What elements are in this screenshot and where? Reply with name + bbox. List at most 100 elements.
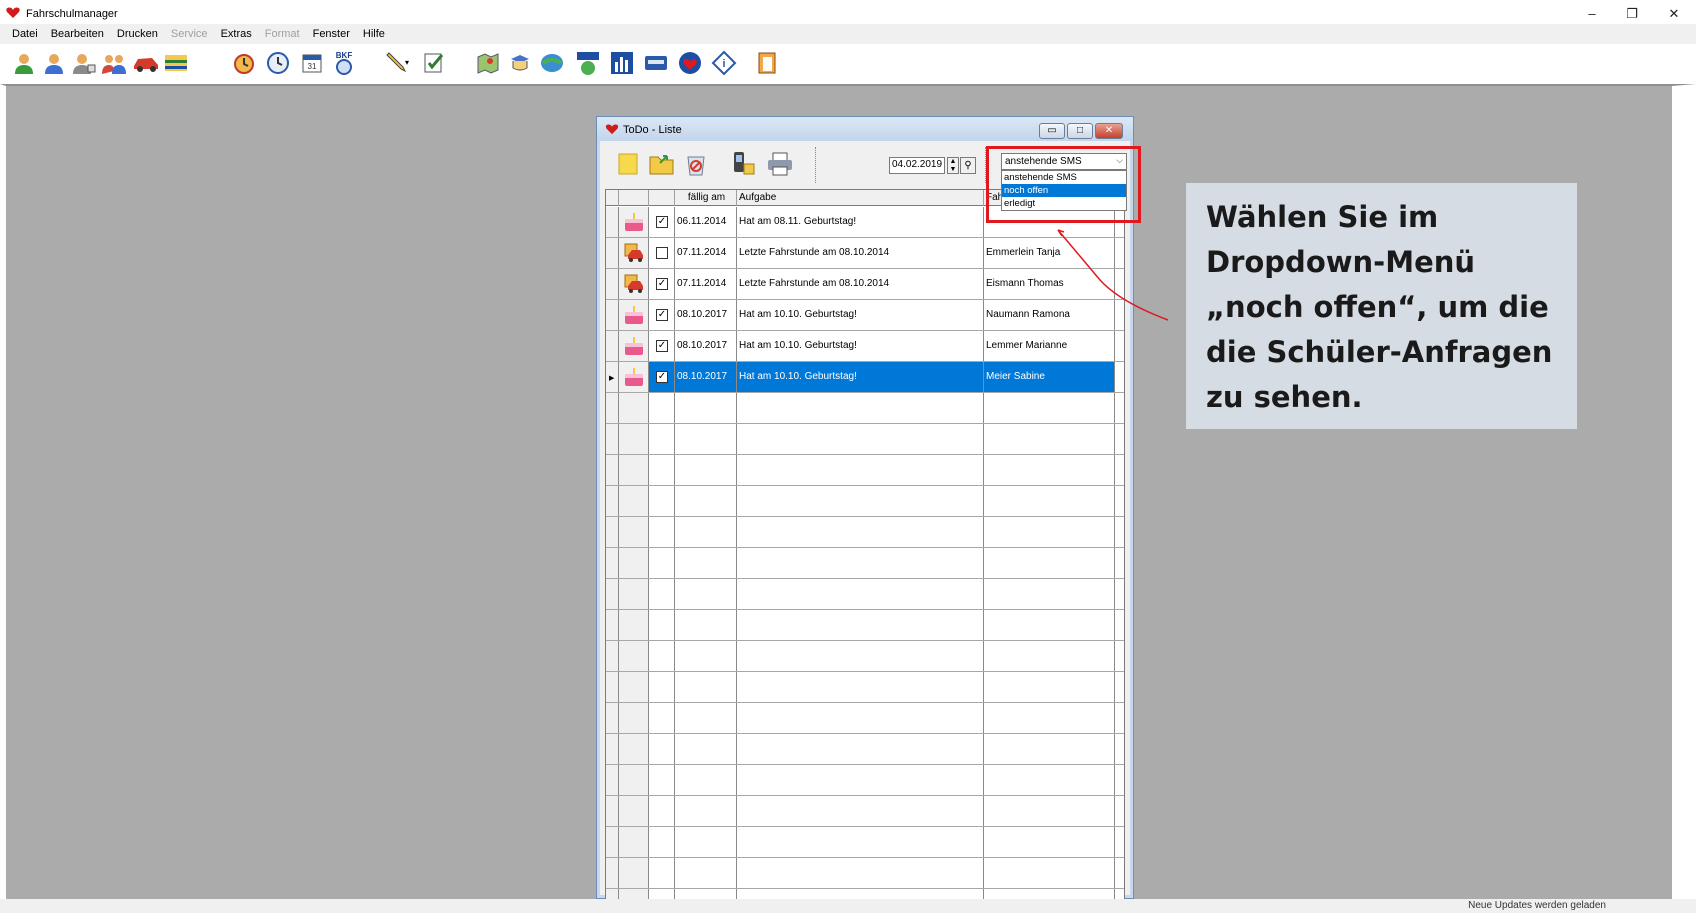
row-task[interactable]: Hat am 10.10. Geburtstag! <box>737 362 984 392</box>
row-type-icon-cell[interactable] <box>619 455 649 485</box>
empty-table-row[interactable] <box>606 393 1124 424</box>
row-type-icon-cell[interactable] <box>619 827 649 857</box>
row-task[interactable] <box>737 455 984 485</box>
row-type-icon-cell[interactable] <box>619 393 649 423</box>
row-done-checkbox-cell[interactable]: ✓ <box>649 331 675 361</box>
info-diamond-icon[interactable]: i <box>710 49 738 77</box>
row-student-name[interactable] <box>984 424 1115 454</box>
student-icon[interactable] <box>10 49 38 77</box>
empty-table-row[interactable] <box>606 672 1124 703</box>
row-due-date[interactable] <box>675 610 737 640</box>
clock-icon[interactable] <box>264 49 292 77</box>
card-icon[interactable] <box>642 49 670 77</box>
row-done-checkbox-cell[interactable] <box>649 858 675 888</box>
done-checkbox[interactable]: ✓ <box>656 340 668 352</box>
row-student-name[interactable] <box>984 548 1115 578</box>
row-due-date[interactable]: 08.10.2017 <box>675 362 737 392</box>
empty-table-row[interactable] <box>606 765 1124 796</box>
row-student-name[interactable] <box>984 672 1115 702</box>
row-student-name[interactable] <box>984 517 1115 547</box>
bkf-icon[interactable]: BKF <box>330 49 358 77</box>
done-checkbox[interactable]: ✓ <box>656 371 668 383</box>
todo-titlebar[interactable]: ToDo - Liste ▭ □ ✕ <box>597 117 1133 141</box>
row-type-icon-cell[interactable] <box>619 300 649 330</box>
row-done-checkbox-cell[interactable] <box>649 393 675 423</box>
empty-table-row[interactable] <box>606 455 1124 486</box>
row-due-date[interactable] <box>675 796 737 826</box>
row-due-date[interactable] <box>675 672 737 702</box>
row-type-icon-cell[interactable] <box>619 486 649 516</box>
menu-bearbeiten[interactable]: Bearbeiten <box>51 28 104 40</box>
pen-icon[interactable]: ▾ <box>382 49 410 77</box>
row-task[interactable] <box>737 610 984 640</box>
row-task[interactable] <box>737 703 984 733</box>
menu-datei[interactable]: Datei <box>12 28 38 40</box>
row-task[interactable]: Hat am 08.11. Geburtstag! <box>737 207 984 237</box>
row-student-name[interactable] <box>984 579 1115 609</box>
done-checkbox[interactable]: ✓ <box>656 278 668 290</box>
car-icon[interactable] <box>132 49 160 77</box>
row-student-name[interactable]: Lemmer Marianne <box>984 331 1115 361</box>
row-task[interactable] <box>737 424 984 454</box>
row-task[interactable] <box>737 858 984 888</box>
header-task[interactable]: Aufgabe <box>737 190 984 206</box>
menu-extras[interactable]: Extras <box>221 28 252 40</box>
row-task[interactable]: Hat am 10.10. Geburtstag! <box>737 300 984 330</box>
row-due-date[interactable] <box>675 858 737 888</box>
row-task[interactable]: Hat am 10.10. Geburtstag! <box>737 331 984 361</box>
empty-table-row[interactable] <box>606 641 1124 672</box>
row-type-icon-cell[interactable] <box>619 517 649 547</box>
minimize-button[interactable]: – <box>1572 4 1612 24</box>
row-due-date[interactable] <box>675 486 737 516</box>
row-done-checkbox-cell[interactable]: ✓ <box>649 362 675 392</box>
empty-table-row[interactable] <box>606 703 1124 734</box>
spin-down-icon[interactable]: ▼ <box>948 166 958 174</box>
row-type-icon-cell[interactable] <box>619 765 649 795</box>
delete-icon[interactable] <box>681 149 711 179</box>
row-done-checkbox-cell[interactable] <box>649 796 675 826</box>
heart-icon[interactable] <box>676 49 704 77</box>
map-icon[interactable] <box>474 49 502 77</box>
row-due-date[interactable] <box>675 827 737 857</box>
row-due-date[interactable]: 08.10.2017 <box>675 300 737 330</box>
close-button[interactable]: ✕ <box>1654 4 1694 24</box>
table-row[interactable]: ▶ ✓ 08.10.2017 Hat am 10.10. Geburtstag! Mei… <box>606 362 1124 393</box>
done-checkbox[interactable]: ✓ <box>656 216 668 228</box>
row-due-date[interactable] <box>675 455 737 485</box>
student-add-icon[interactable] <box>40 49 68 77</box>
done-checkbox[interactable]: ✓ <box>656 309 668 321</box>
instructor-icon[interactable] <box>70 49 98 77</box>
row-task[interactable] <box>737 672 984 702</box>
group-icon[interactable] <box>100 49 128 77</box>
row-type-icon-cell[interactable] <box>619 734 649 764</box>
header-due[interactable]: fällig am <box>675 190 737 206</box>
row-due-date[interactable] <box>675 579 737 609</box>
row-student-name[interactable] <box>984 455 1115 485</box>
row-done-checkbox-cell[interactable] <box>649 827 675 857</box>
row-task[interactable]: Letzte Fahrstunde am 08.10.2014 <box>737 269 984 299</box>
learning-icon[interactable] <box>506 49 534 77</box>
row-task[interactable] <box>737 393 984 423</box>
row-task[interactable] <box>737 734 984 764</box>
row-task[interactable] <box>737 517 984 547</box>
row-due-date[interactable]: 06.11.2014 <box>675 207 737 237</box>
statistics-icon[interactable] <box>608 49 636 77</box>
new-note-icon[interactable] <box>613 149 643 179</box>
row-task[interactable]: Letzte Fahrstunde am 08.10.2014 <box>737 238 984 268</box>
row-done-checkbox-cell[interactable] <box>649 424 675 454</box>
row-done-checkbox-cell[interactable]: ✓ <box>649 269 675 299</box>
phone-sms-icon[interactable] <box>729 149 759 179</box>
row-due-date[interactable] <box>675 393 737 423</box>
row-done-checkbox-cell[interactable]: ✓ <box>649 207 675 237</box>
row-done-checkbox-cell[interactable]: ✓ <box>649 300 675 330</box>
row-done-checkbox-cell[interactable] <box>649 548 675 578</box>
date-field[interactable]: 04.02.2019 <box>889 157 945 174</box>
row-done-checkbox-cell[interactable] <box>649 703 675 733</box>
empty-table-row[interactable] <box>606 610 1124 641</box>
row-type-icon-cell[interactable] <box>619 548 649 578</box>
row-done-checkbox-cell[interactable] <box>649 486 675 516</box>
row-type-icon-cell[interactable] <box>619 424 649 454</box>
menu-fenster[interactable]: Fenster <box>313 28 350 40</box>
row-task[interactable] <box>737 486 984 516</box>
todo-close-button[interactable]: ✕ <box>1095 123 1123 139</box>
